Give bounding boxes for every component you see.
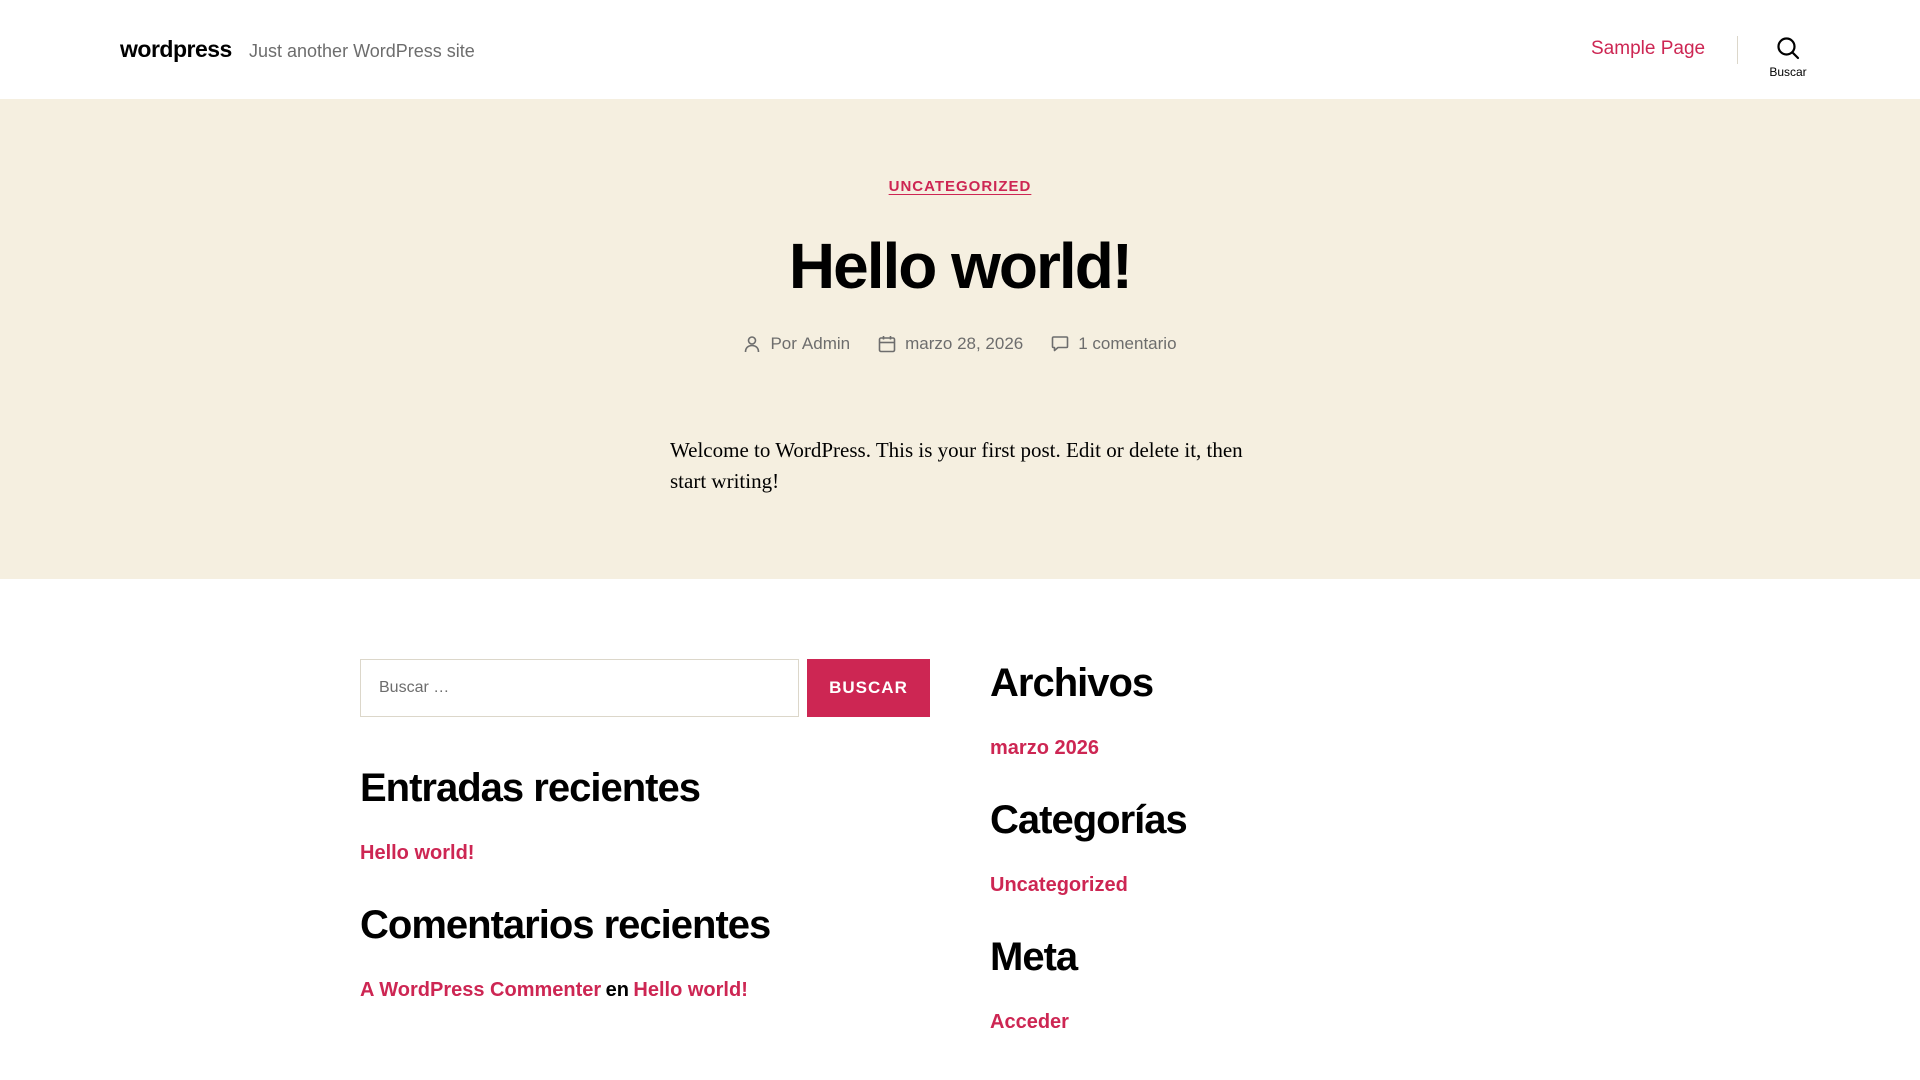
login-link[interactable]: Acceder <box>990 1011 1069 1033</box>
calendar-icon <box>878 336 896 353</box>
search-toggle-label: Buscar <box>1769 65 1807 79</box>
category-link-uncategorized[interactable]: UNCATEGORIZED <box>889 178 1032 195</box>
recent-comments-title: Comentarios recientes <box>360 903 771 947</box>
search-input[interactable] <box>360 659 799 717</box>
post-category: UNCATEGORIZED <box>0 178 1920 196</box>
category-link[interactable]: Uncategorized <box>990 874 1128 896</box>
site-header: wordpress Just another WordPress site Sa… <box>0 0 1920 99</box>
post-date: marzo 28, 2026 <box>878 334 1023 354</box>
author-prefix: Por <box>770 334 797 353</box>
user-icon <box>745 336 760 353</box>
meta-list: Acceder <box>990 1011 1560 1034</box>
search-submit-button[interactable]: BUSCAR <box>807 659 930 717</box>
post-date-link[interactable]: marzo 28, 2026 <box>905 334 1023 354</box>
recent-posts-list: Hello world! <box>360 842 930 865</box>
search-icon <box>1777 37 1800 60</box>
header-divider <box>1737 36 1738 64</box>
comments-link[interactable]: 1 comentario <box>1078 334 1176 354</box>
recent-post-link[interactable]: Hello world! <box>360 842 474 864</box>
comment-author-link[interactable]: A WordPress Commenter <box>360 979 601 1001</box>
comment-post-link[interactable]: Hello world! <box>633 979 747 1001</box>
post-content: Welcome to WordPress. This is your first… <box>670 438 1243 493</box>
author-link[interactable]: Admin <box>802 334 850 354</box>
recent-comment-item: A WordPress Commenter en Hello world! <box>360 979 930 1002</box>
post-header: UNCATEGORIZED Hello world! Por Admin mar… <box>0 99 1920 579</box>
post-author: Por Admin <box>743 334 850 354</box>
search-form: BUSCAR <box>360 659 930 717</box>
archives-list: marzo 2026 <box>990 737 1560 760</box>
footer-widgets-right: Archivos marzo 2026 Categorías Uncategor… <box>990 659 1560 1034</box>
comment-connector: en <box>605 979 629 1001</box>
comment-icon <box>1051 336 1069 352</box>
categories-list: Uncategorized <box>990 874 1560 897</box>
archive-link[interactable]: marzo 2026 <box>990 737 1099 759</box>
categories-title: Categorías <box>990 798 1188 842</box>
meta-title: Meta <box>990 935 1078 979</box>
site-description: Just another WordPress site <box>249 41 475 61</box>
post-meta: Por Admin marzo 28, 2026 1 comentario <box>0 334 1920 354</box>
post-comments: 1 comentario <box>1051 334 1177 354</box>
search-toggle-button[interactable]: Buscar <box>1758 34 1818 86</box>
nav-link-sample-page[interactable]: Sample Page <box>1591 38 1705 60</box>
recent-posts-title: Entradas recientes <box>360 766 701 810</box>
archives-title: Archivos <box>990 661 1154 705</box>
post-title[interactable]: Hello world! <box>0 229 1920 303</box>
footer-widgets-left: BUSCAR Entradas recientes Hello world! C… <box>360 659 930 1002</box>
site-title[interactable]: wordpress <box>120 36 232 63</box>
